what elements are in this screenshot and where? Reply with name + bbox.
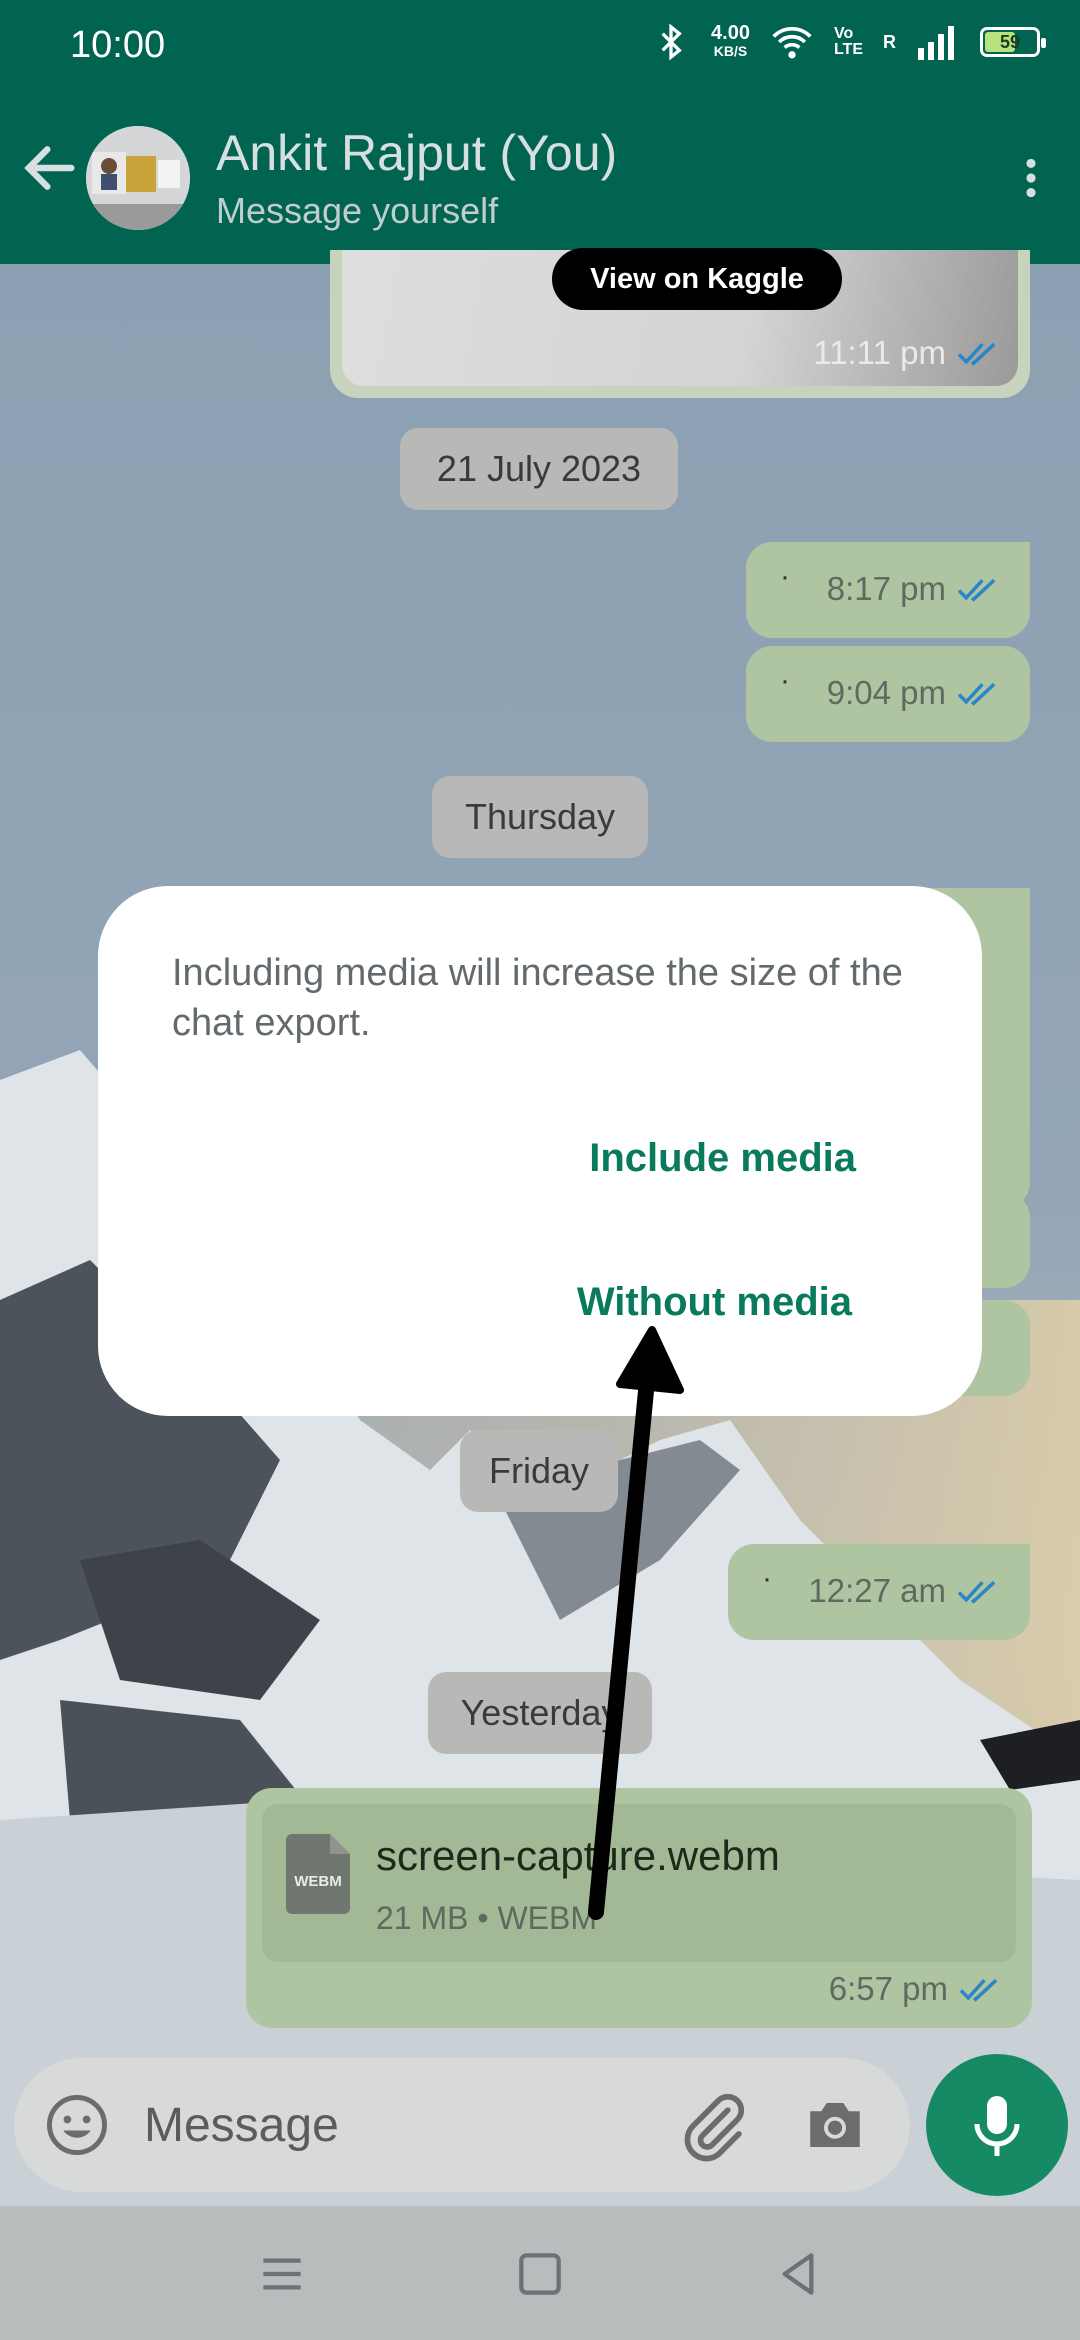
more-options-icon[interactable] [1006,146,1056,210]
wifi-icon [772,26,812,59]
back-nav-icon[interactable] [766,2242,830,2306]
message-bubble[interactable]: · 9:04 pm [746,646,1030,742]
file-info: 21 MB • WEBM [376,1900,598,1936]
speed-value: 4.00 [711,22,750,44]
menu-nav-icon[interactable] [250,2242,314,2306]
message-time: 6:57 pm [828,1970,948,2007]
system-navigation-bar [0,2206,1080,2340]
camera-icon[interactable] [802,2092,868,2158]
attachment-icon[interactable] [674,2088,750,2164]
document-file-icon: WEBM [286,1834,350,1914]
without-media-button[interactable]: Without media [577,1280,852,1325]
double-check-icon [957,342,996,366]
date-separator: Friday [460,1430,618,1512]
message-text: · [780,664,790,697]
link-preview-message[interactable]: View on Kaggle 11:11 pm [330,248,1030,398]
avatar[interactable] [86,126,190,230]
file-type-label: WEBM [294,1873,342,1890]
double-check-icon [957,1580,996,1604]
message-meta: 11:11 pm [813,334,1000,372]
message-meta: 8:17 pm [827,570,1000,608]
volte-indicator: Vo LTE [834,26,863,58]
network-speed: 4.00 KB/S [711,22,750,60]
message-time: 9:04 pm [826,674,946,711]
message-text: · [762,1562,772,1595]
message-meta: 12:27 am [808,1572,1000,1610]
battery-level: 59 [999,32,1021,52]
speed-unit: KB/S [713,43,748,59]
date-separator: Yesterday [428,1672,652,1754]
double-check-icon [957,578,996,602]
microphone-icon [974,2096,1020,2156]
voice-message-button[interactable] [926,2054,1068,2196]
message-input[interactable] [144,2088,644,2162]
message-time: 11:11 pm [813,334,946,371]
dialog-message: Including media will increase the size o… [172,952,903,1044]
emoji-icon[interactable] [44,2092,110,2158]
link-preview-card: View on Kaggle 11:11 pm [342,248,1018,386]
bluetooth-icon [661,23,682,61]
chat-header: Ankit Rajput (You) Message yourself [0,90,1080,264]
export-chat-dialog: Including media will increase the size o… [98,886,982,1416]
signal-icon [918,26,954,60]
file-attachment[interactable]: WEBM screen-capture.webm 21 MB • WEBM [262,1804,1016,1962]
message-time: 8:17 pm [826,570,946,607]
message-composer [14,2058,910,2192]
battery-icon: 59 [980,27,1046,57]
message-meta: 6:57 pm [829,1970,1002,2008]
chat-title[interactable]: Ankit Rajput (You) [216,124,617,182]
message-bubble[interactable]: · 8:17 pm [746,542,1030,638]
file-message[interactable]: WEBM screen-capture.webm 21 MB • WEBM 6:… [246,1788,1032,2028]
chat-subtitle: Message yourself [216,190,499,231]
volte-bottom: LTE [833,41,863,58]
message-time: 12:27 am [808,1572,946,1609]
status-time: 10:00 [70,24,166,66]
roaming-label: R [883,31,896,52]
back-arrow-icon[interactable] [18,136,82,200]
status-icons: 4.00 KB/S Vo LTE R 59 [651,22,1046,62]
volte-top: Vo [833,25,854,42]
view-on-kaggle-button[interactable]: View on Kaggle [552,248,842,310]
date-separator: Thursday [432,776,648,858]
include-media-button[interactable]: Include media [589,1136,856,1181]
double-check-icon [957,682,996,706]
date-separator: 21 July 2023 [400,428,678,510]
status-bar: 10:00 4.00 KB/S Vo LTE R 59 [0,0,1080,90]
file-name: screen-capture.webm [376,1832,780,1879]
message-meta: 9:04 pm [827,674,1000,712]
message-bubble[interactable]: · 12:27 am [728,1544,1030,1640]
home-nav-icon[interactable] [508,2242,572,2306]
double-check-icon [959,1978,998,2002]
message-text: · [780,560,790,593]
